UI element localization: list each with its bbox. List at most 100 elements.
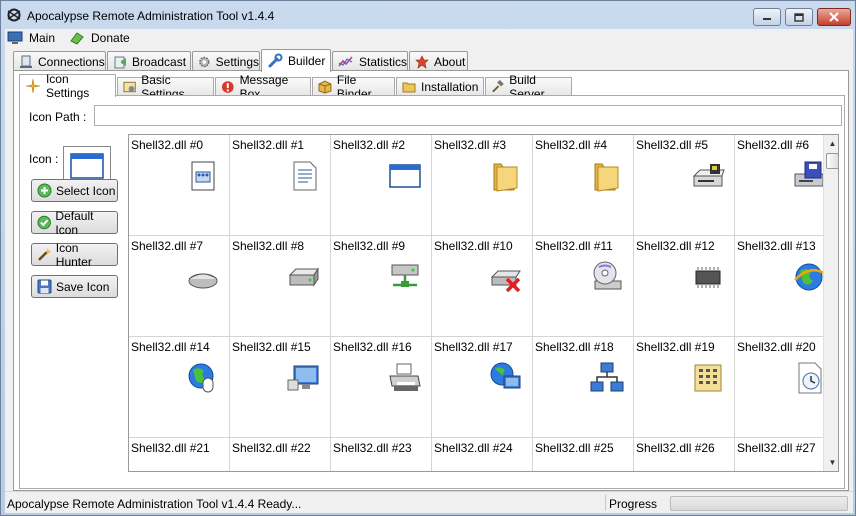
broadcast-icon [114,56,126,68]
tab-basic-settings[interactable]: Basic Settings [117,73,214,101]
chart-icon [338,55,353,66]
icon-grid-cell[interactable]: Shell32.dll #1 [230,135,331,236]
icon-grid-cell[interactable]: Shell32.dll #24 [432,438,533,471]
select-icon-button[interactable]: Select Icon [31,179,118,202]
icon-grid-cell[interactable]: Shell32.dll #10 [432,236,533,337]
tab-about[interactable]: About [409,51,468,71]
icon-grid-cell[interactable]: Shell32.dll #25 [533,438,634,472]
tab-statistics[interactable]: Statistics [332,51,408,71]
globe-icon [794,263,825,291]
icon-path-input[interactable] [94,105,842,126]
default-icon-button[interactable]: Default Icon [31,209,118,237]
main-tab-strip: Connections Broadcast Settings Builder S… [13,49,849,72]
chip-icon [695,267,721,288]
icon-grid-cell-label: Shell32.dll #23 [333,441,412,455]
shutdown-icon [589,461,625,472]
tab-build-server[interactable]: Build Server [485,73,572,101]
scroll-thumb[interactable] [826,153,838,169]
icon-grid-cell-label: Shell32.dll #3 [434,138,507,152]
floppy-drive-icon [692,164,725,187]
tab-icon-settings-label: Icon Settings [45,72,90,100]
icon-grid-cell[interactable]: Shell32.dll #2 [331,135,432,236]
tab-connections[interactable]: Connections [13,51,106,71]
tab-broadcast[interactable]: Broadcast [107,51,191,71]
icon-grid-cell[interactable]: Shell32.dll #3 [432,135,533,236]
icon-hunter-button[interactable]: Icon Hunter [31,241,118,269]
icon-grid-cell[interactable]: Shell32.dll #8 [230,236,331,337]
tab-icon-settings[interactable]: Icon Settings [19,72,116,100]
vertical-scrollbar[interactable]: ▲ ▼ [823,135,838,471]
icon-grid-cell-label: Shell32.dll #24 [434,441,513,455]
tab-settings[interactable]: Settings [192,51,260,71]
title-bar[interactable]: Apocalypse Remote Administration Tool v1… [1,1,855,29]
icon-grid-cell-label: Shell32.dll #18 [535,340,614,354]
icon-grid-cell[interactable]: Shell32.dll #13 [735,236,836,337]
application-window-icon [389,164,421,188]
icon-grid-cell[interactable]: Shell32.dll #14 [129,337,230,438]
globe-mouse-icon [188,363,214,393]
window-title: Apocalypse Remote Administration Tool v1… [27,9,275,23]
scroll-down-button[interactable]: ▼ [824,454,838,471]
icon-grid-cell-label: Shell32.dll #9 [333,239,406,253]
icon-grid-cell[interactable]: Shell32.dll #22 [230,438,331,471]
icon-grid-cell[interactable]: Shell32.dll #21 [129,438,230,472]
icon-grid-cell[interactable]: Shell32.dll #12 [634,236,735,337]
error-icon [221,81,234,93]
icon-grid-cell[interactable]: Shell32.dll #6 [735,135,836,236]
about-icon [415,54,429,69]
network-icon [590,362,624,392]
menu-donate-label: Donate [91,31,130,45]
save-icon-button[interactable]: Save Icon [31,275,118,298]
tab-message-box[interactable]: Message Box [215,73,311,101]
maximize-icon [794,12,804,22]
icon-grid[interactable]: Shell32.dll #0 Shell32.dll #1 Shell32.dll … [128,134,839,472]
settings-icon [123,81,136,93]
close-button[interactable] [817,8,851,26]
maximize-button[interactable] [785,8,813,26]
minimize-button[interactable] [753,8,781,26]
icon-grid-cell[interactable]: Shell32.dll #27 [735,438,836,471]
tab-file-binder[interactable]: File Binder [312,73,395,101]
icon-grid-cell[interactable]: Shell32.dll #5 [634,135,735,236]
icon-grid-cell-label: Shell32.dll #5 [636,138,709,152]
tab-broadcast-label: Broadcast [132,54,187,69]
arrow-up-icon: ▲ [828,139,837,148]
icon-grid-cell[interactable]: Shell32.dll #11 [533,236,634,337]
globe-monitor-icon [490,362,521,389]
icon-grid-cell[interactable]: Shell32.dll #0 [129,135,230,236]
menu-donate[interactable]: Donate [69,30,130,46]
tab-installation[interactable]: Installation [396,77,484,96]
icon-grid-cell[interactable]: Shell32.dll #16 [331,337,432,438]
icon-grid-cell[interactable]: Shell32.dll #7 [129,236,230,337]
icon-grid-cell[interactable]: Shell32.dll #19 [634,337,735,438]
app-window: Apocalypse Remote Administration Tool v1… [0,0,856,516]
icon-grid-cell[interactable]: Shell32.dll #26 [634,438,735,471]
icon-grid-cell[interactable]: Shell32.dll #23 [331,438,432,471]
icon-grid-cell[interactable]: Shell32.dll #18 [533,337,634,438]
icon-grid-cell-label: Shell32.dll #19 [636,340,715,354]
icon-grid-cell[interactable]: Shell32.dll #15 [230,337,331,438]
window-icon [185,461,221,472]
tab-builder-label: Builder [288,54,326,68]
icon-grid-cell[interactable]: Shell32.dll #4 [533,135,634,236]
tab-about-label: About [434,54,466,69]
scroll-up-button[interactable]: ▲ [824,135,838,152]
menu-main[interactable]: Main [7,30,55,46]
icon-grid-cell-label: Shell32.dll #11 [535,239,613,253]
tab-settings-label: Settings [215,54,259,69]
save-icon-button-label: Save Icon [56,279,110,294]
tab-installation-label: Installation [421,80,479,94]
icon-grid-cell-label: Shell32.dll #10 [434,239,513,253]
computer-icon [7,31,23,44]
tab-builder[interactable]: Builder [261,49,331,72]
icon-grid-cell[interactable]: Shell32.dll #20 [735,337,836,438]
select-icon-button-label: Select Icon [56,183,116,198]
progress-label: Progress [609,497,658,511]
menu-main-label: Main [29,31,56,45]
wand-icon [38,248,52,261]
icon-grid-cell[interactable]: Shell32.dll #9 [331,236,432,337]
tab-statistics-label: Statistics [358,54,407,69]
status-separator [605,495,606,511]
icon-grid-cell[interactable]: Shell32.dll #17 [432,337,533,438]
progress-bar [670,496,848,511]
